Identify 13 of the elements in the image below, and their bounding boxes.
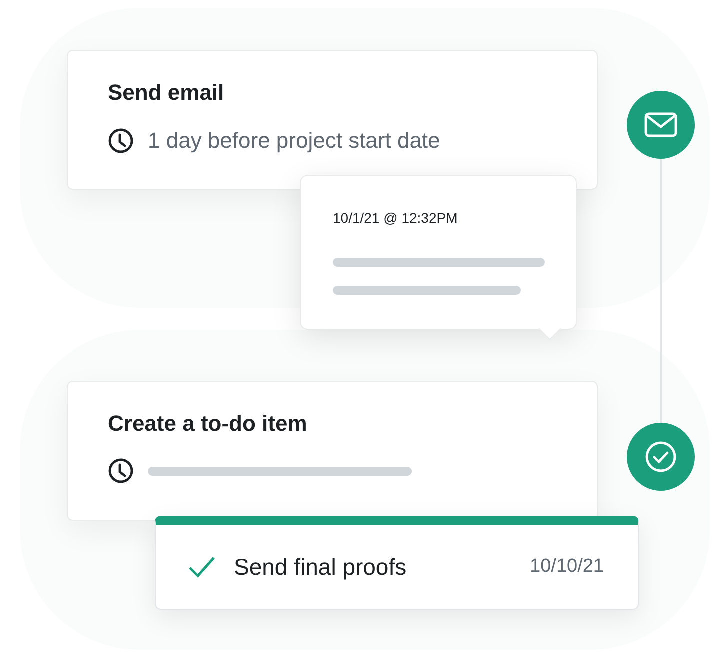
check-circle-icon [645, 441, 677, 473]
step-title: Send email [108, 79, 226, 107]
step-card[interactable]: Send email 1 day before project start date [67, 50, 598, 190]
step-card[interactable]: Create a to-do item [67, 381, 598, 521]
todo-card[interactable]: Send final proofs 10/10/21 [155, 516, 639, 610]
clock-icon [108, 128, 134, 154]
step-title: Create a to-do item [108, 410, 308, 438]
timestamp-text: 10/1/21 @ 12:32PM [333, 209, 459, 228]
todo-label: Send final proofs [234, 552, 408, 582]
step-timing: 1 day before project start date [148, 127, 440, 155]
clock-icon [108, 458, 134, 484]
envelope-icon [644, 112, 678, 138]
todo-date: 10/10/21 [530, 554, 604, 579]
